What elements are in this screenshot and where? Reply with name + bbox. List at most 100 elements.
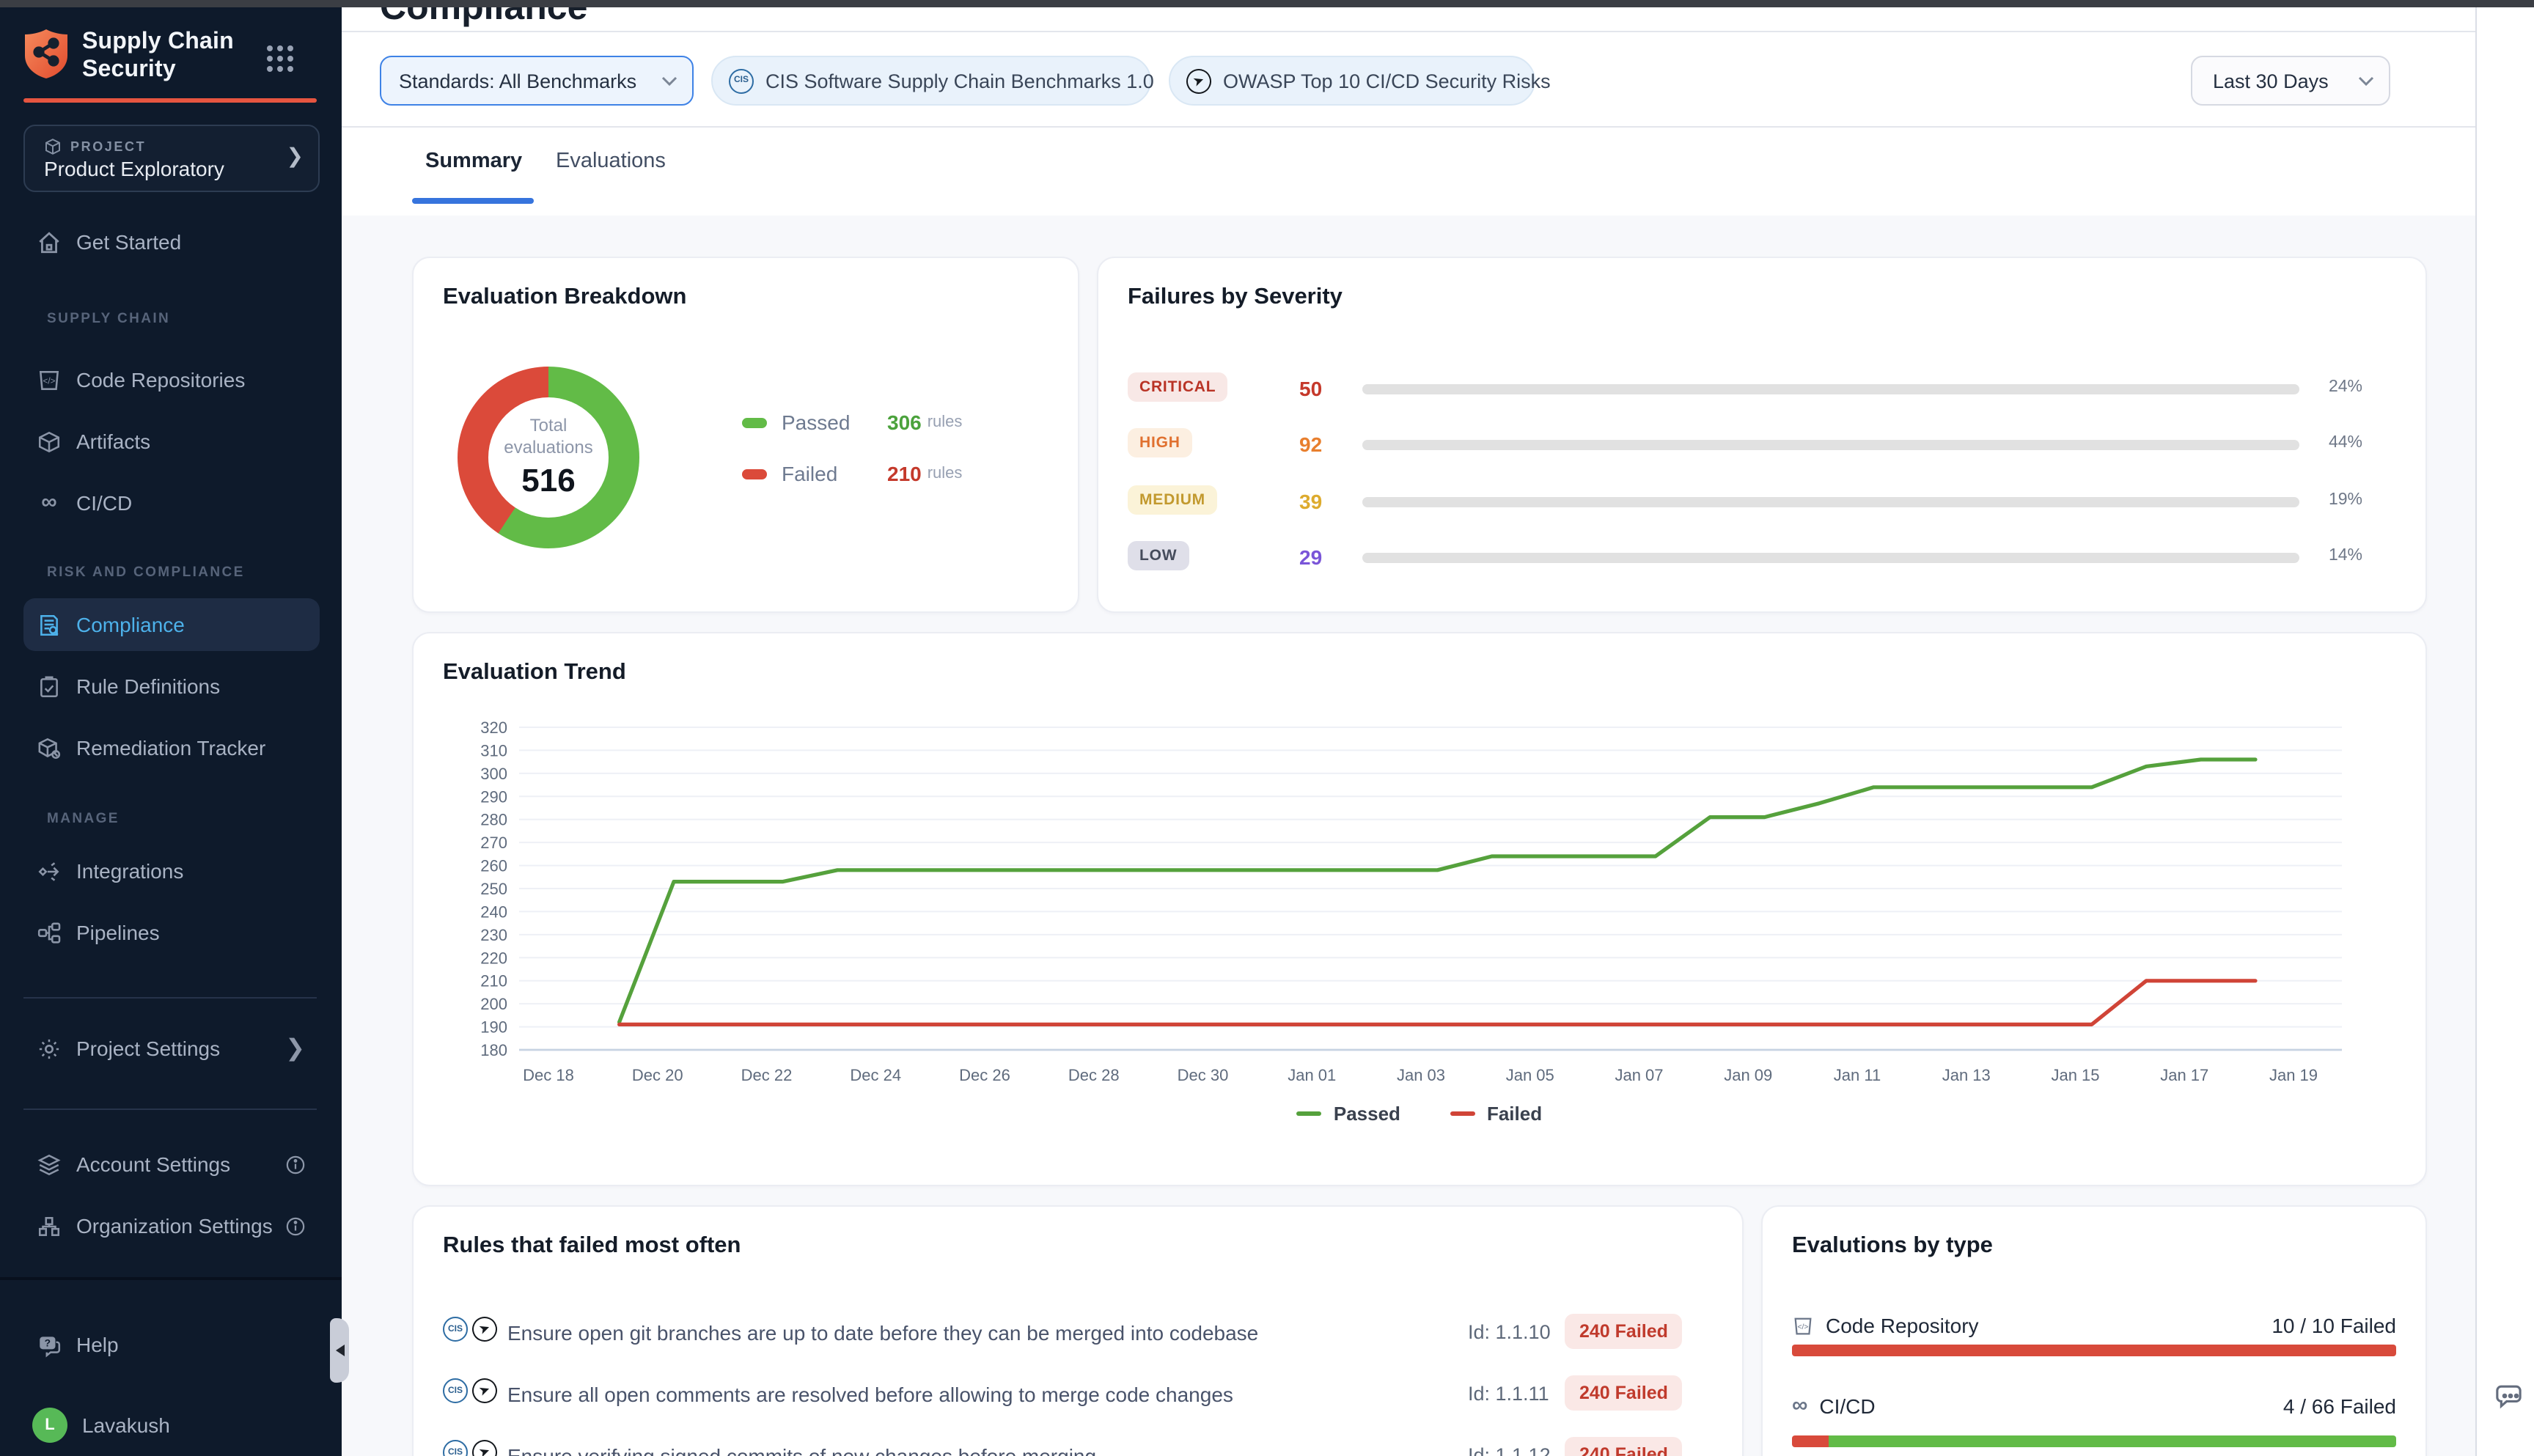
svg-text:Dec 30: Dec 30 — [1178, 1066, 1229, 1084]
card-evaluation-breakdown: Evaluation Breakdown Total evaluations 5… — [412, 257, 1079, 613]
tab-evaluations[interactable]: Evaluations — [556, 150, 666, 173]
svg-text:Dec 20: Dec 20 — [632, 1066, 683, 1084]
chevron-down-icon — [2358, 76, 2374, 86]
brand: Supply Chain Security — [23, 28, 234, 84]
sidebar-item-pipelines[interactable]: Pipelines — [23, 906, 320, 959]
trend-legend: Passed Failed — [414, 1103, 2425, 1125]
sidebar: Supply Chain Security PROJECT Produ — [0, 7, 342, 1456]
legend-passed: Passed — [1297, 1103, 1400, 1125]
code-repository-icon: </> — [1792, 1315, 1814, 1336]
apps-grid-icon[interactable] — [264, 43, 296, 75]
rule-failed-badge: 240 Failed — [1565, 1437, 1683, 1456]
passed-legend-swatch — [742, 417, 767, 427]
card-failures-by-severity: Failures by Severity CRITICAL 50 24% HIG… — [1097, 257, 2427, 613]
collapse-arrow-icon — [335, 1345, 344, 1356]
brand-shield-logo-icon — [23, 28, 69, 79]
passed-count: 306 — [887, 411, 922, 434]
svg-text:280: 280 — [480, 811, 507, 829]
sidebar-item-remediation-tracker[interactable]: Remediation Tracker — [23, 721, 320, 774]
app-root: Supply Chain Security PROJECT Produ — [0, 0, 2534, 1456]
type-row-code-repository: </> Code Repository 10 / 10 Failed — [1792, 1311, 2396, 1340]
date-range-select[interactable]: Last 30 Days — [2191, 56, 2390, 106]
svg-text:240: 240 — [480, 902, 507, 921]
info-icon[interactable] — [286, 1155, 305, 1174]
support-chat-icon[interactable] — [2493, 1380, 2528, 1415]
project-name: Product Exploratory — [44, 157, 224, 180]
sidebar-item-integrations[interactable]: Integrations — [23, 845, 320, 897]
cis-logo-icon: CIS — [443, 1378, 468, 1403]
package-box-icon — [37, 429, 62, 454]
severity-bar — [1362, 497, 2299, 507]
infinity-icon: ∞ — [1792, 1399, 1807, 1413]
avatar: L — [32, 1408, 67, 1443]
card-evaluations-by-type: Evalutions by type </> Code Repository 1… — [1761, 1205, 2427, 1456]
svg-text:260: 260 — [480, 857, 507, 875]
severity-percent: 24% — [2329, 378, 2362, 396]
severity-count: 39 — [1299, 490, 1322, 513]
page-header: Compliance Standards: All Benchmarks CIS… — [342, 7, 2475, 216]
sidebar-item-help[interactable]: ? Help — [23, 1318, 320, 1371]
svg-text:Dec 18: Dec 18 — [523, 1066, 574, 1084]
info-icon[interactable] — [286, 1216, 305, 1235]
chevron-right-icon: ❯ — [285, 1034, 305, 1063]
owasp-logo-icon: ➤ — [1183, 65, 1215, 97]
window-chrome-strip — [0, 0, 2534, 7]
failed-legend-swatch — [742, 468, 767, 479]
sidebar-divider — [23, 997, 317, 999]
tab-summary[interactable]: Summary — [425, 150, 522, 173]
clipboard-check-icon — [37, 674, 62, 699]
sidebar-divider — [23, 1108, 317, 1110]
rule-row[interactable]: CIS ➤ Ensure all open comments are resol… — [414, 1374, 1742, 1418]
scrollbar-gutter[interactable] — [2475, 7, 2534, 1456]
card-title: Evaluation Breakdown — [443, 284, 686, 311]
rule-id: Id: 1.1.11 — [1468, 1383, 1549, 1405]
sidebar-item-account-settings[interactable]: Account Settings — [23, 1138, 320, 1191]
severity-row-low: LOW 29 14% — [1128, 540, 2396, 576]
gear-icon — [37, 1036, 62, 1061]
chevron-right-icon: ❯ — [287, 144, 304, 169]
owasp-logo-icon: ➤ — [469, 1375, 501, 1407]
legend-failed: Failed — [1450, 1103, 1542, 1125]
svg-text:Jan 11: Jan 11 — [1834, 1066, 1881, 1084]
sidebar-item-artifacts[interactable]: Artifacts — [23, 415, 320, 468]
rule-row[interactable]: CIS ➤ Ensure open git branches are up to… — [414, 1312, 1742, 1356]
legend-passed: Passed 306 rules — [742, 408, 962, 437]
sidebar-item-rule-definitions[interactable]: Rule Definitions — [23, 660, 320, 713]
svg-text:300: 300 — [480, 765, 507, 783]
sidebar-item-compliance[interactable]: Compliance — [23, 598, 320, 651]
severity-row-high: HIGH 92 44% — [1128, 427, 2396, 463]
sidebar-item-get-started[interactable]: Get Started — [23, 216, 320, 268]
svg-text:220: 220 — [480, 949, 507, 967]
type-failed-ratio: 10 / 10 Failed — [2272, 1314, 2396, 1337]
rule-failed-badge: 240 Failed — [1565, 1375, 1683, 1411]
benchmark-chip-owasp[interactable]: ➤ OWASP Top 10 CI/CD Security Risks — [1169, 56, 1535, 106]
sidebar-item-project-settings[interactable]: Project Settings ❯ — [23, 1022, 320, 1075]
standards-filter-select[interactable]: Standards: All Benchmarks — [380, 56, 694, 106]
rule-row[interactable]: CIS ➤ Ensure verifying signed commits of… — [414, 1435, 1742, 1456]
severity-percent: 19% — [2329, 491, 2362, 509]
sidebar-item-organization-settings[interactable]: Organization Settings — [23, 1199, 320, 1252]
svg-text:Jan 19: Jan 19 — [2269, 1066, 2318, 1084]
svg-text:320: 320 — [480, 718, 507, 737]
svg-text:</>: </> — [1798, 1323, 1809, 1331]
header-divider — [342, 31, 2475, 32]
svg-text:Dec 26: Dec 26 — [959, 1066, 1010, 1084]
type-bar-code-repository — [1792, 1345, 2396, 1356]
sidebar-item-cicd[interactable]: ∞ CI/CD — [23, 477, 320, 529]
owasp-logo-icon: ➤ — [469, 1313, 501, 1345]
sidebar-item-code-repositories[interactable]: </> Code Repositories — [23, 353, 320, 406]
project-selector[interactable]: PROJECT Product Exploratory ❯ — [23, 125, 320, 192]
rule-standard-icons: CIS ➤ — [443, 1378, 497, 1403]
svg-text:250: 250 — [480, 880, 507, 898]
sidebar-collapse-handle[interactable] — [330, 1318, 349, 1383]
severity-percent: 44% — [2329, 434, 2362, 452]
document-search-icon — [37, 612, 62, 637]
type-failed-ratio: 4 / 66 Failed — [2283, 1394, 2396, 1418]
owasp-logo-icon: ➤ — [469, 1436, 501, 1456]
sidebar-user[interactable]: L Lavakush — [23, 1399, 320, 1452]
card-title: Evalutions by type — [1792, 1233, 1993, 1260]
legend-failed: Failed 210 rules — [742, 459, 962, 488]
svg-text:Jan 15: Jan 15 — [2051, 1066, 2099, 1084]
benchmark-chip-cis[interactable]: CIS CIS Software Supply Chain Benchmarks… — [711, 56, 1151, 106]
severity-bar — [1362, 384, 2299, 394]
